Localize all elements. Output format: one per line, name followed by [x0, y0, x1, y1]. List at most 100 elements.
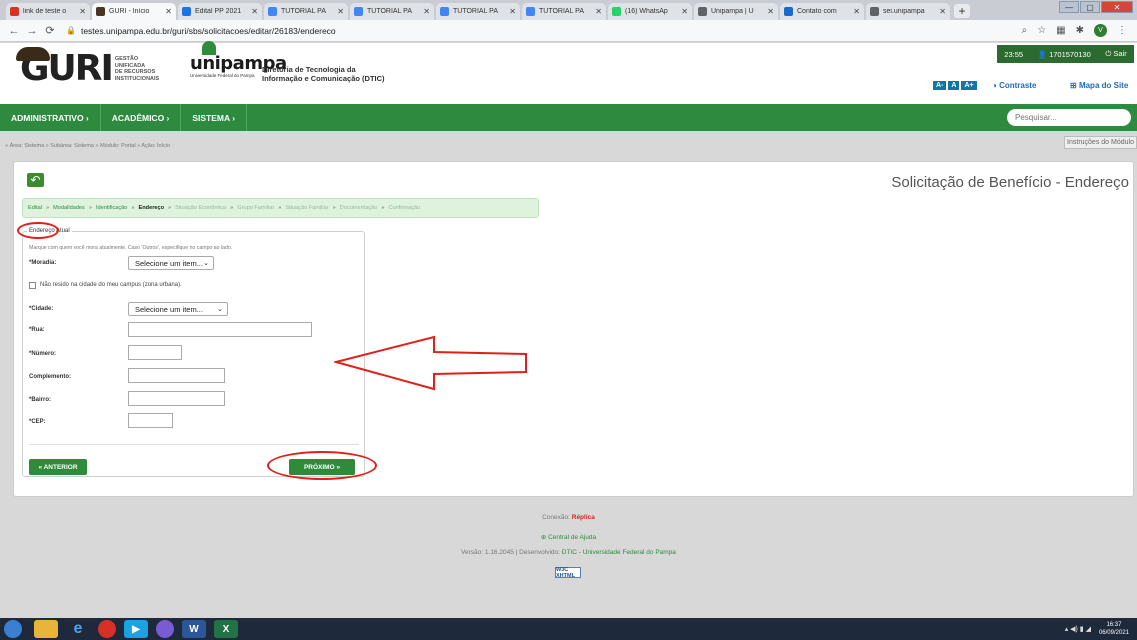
- wizard-step: Confirmação: [388, 205, 421, 211]
- start-button[interactable]: [4, 620, 22, 638]
- url-field[interactable]: 🔒 testes.unipampa.edu.br/guri/sbs/solici…: [66, 22, 966, 40]
- zoom-icon[interactable]: ⌕: [1022, 25, 1028, 36]
- extension-icon[interactable]: ▦: [1056, 25, 1065, 36]
- browser-tab[interactable]: GURI - Início ✕: [92, 3, 176, 20]
- browser-tab[interactable]: sei.unipampa ✕: [866, 3, 950, 20]
- menu-administrativo[interactable]: ADMINISTRATIVO ›: [0, 104, 101, 131]
- chrome-icon[interactable]: [98, 620, 116, 638]
- menu-academico[interactable]: ACADÊMICO ›: [101, 104, 182, 131]
- puzzle-icon[interactable]: ✱: [1076, 25, 1084, 36]
- app-icon[interactable]: [156, 620, 174, 638]
- windows-taskbar: e ▶ W X ▴ ◀) ▮ ◢ 16:37 06/09/2021: [0, 618, 1137, 640]
- rua-input[interactable]: [128, 322, 312, 337]
- forward-arrow-icon[interactable]: →: [24, 25, 40, 37]
- close-tab-icon[interactable]: ✕: [423, 7, 430, 16]
- system-tray-icons[interactable]: ▴ ◀) ▮ ◢: [1065, 625, 1091, 633]
- browser-tab[interactable]: TUTORIAL PA ✕: [350, 3, 434, 20]
- step-separator: »: [46, 205, 50, 211]
- menu-dots-icon[interactable]: ⋮: [1117, 25, 1127, 36]
- wizard-step: Endereço: [138, 205, 165, 211]
- close-tab-icon[interactable]: ✕: [595, 7, 602, 16]
- cidade-label: *Cidade:: [29, 306, 54, 312]
- page-title: Solicitação de Benefício - Endereço: [891, 174, 1129, 191]
- browser-tab[interactable]: TUTORIAL PA ✕: [436, 3, 520, 20]
- contrast-button[interactable]: ◑ Contraste: [992, 81, 1036, 90]
- bairro-input[interactable]: [128, 391, 225, 406]
- cep-input[interactable]: [128, 413, 173, 428]
- maximize-button[interactable]: ▢: [1080, 1, 1100, 13]
- undo-back-icon[interactable]: ↶: [27, 173, 44, 187]
- w3c-badge[interactable]: W3C XHTML: [555, 567, 581, 579]
- close-tab-icon[interactable]: ✕: [681, 7, 688, 16]
- docs-icon: [440, 7, 449, 16]
- menu-sistema[interactable]: SISTEMA ›: [181, 104, 248, 131]
- form-divider: [29, 444, 359, 445]
- font-decrease-button[interactable]: A-: [933, 81, 947, 90]
- close-tab-icon[interactable]: ✕: [79, 7, 86, 16]
- moradia-select[interactable]: Selecione um item... ⌄: [128, 256, 214, 270]
- close-tab-icon[interactable]: ✕: [939, 7, 946, 16]
- wizard-step: Grupo Familiar: [237, 205, 275, 211]
- bairro-label: *Bairro:: [29, 397, 52, 403]
- browser-tab[interactable]: Contato com ✕: [780, 3, 864, 20]
- close-tab-icon[interactable]: ✕: [509, 7, 516, 16]
- version-info: Versão: 1.16.2045 | Desenvolvido: DTIC -…: [461, 549, 676, 556]
- guri-subtitle: GESTÃO UNIFICADA DE RECURSOS INSTITUCION…: [114, 56, 160, 82]
- close-window-button[interactable]: ✕: [1101, 1, 1133, 13]
- whatsapp-icon: [612, 7, 621, 16]
- browser-tab[interactable]: TUTORIAL PA ✕: [522, 3, 606, 20]
- wizard-step[interactable]: Modalidades: [53, 205, 85, 211]
- annotation-arrow-icon: [334, 335, 527, 391]
- wizard-step[interactable]: Edital: [28, 205, 42, 211]
- browser-tab[interactable]: link de teste o ✕: [6, 3, 90, 20]
- globe-icon: [698, 7, 707, 16]
- developer-link[interactable]: DTIC - Universidade Federal do Pampa: [562, 549, 676, 556]
- browser-tab[interactable]: Unipampa | U ✕: [694, 3, 778, 20]
- close-tab-icon[interactable]: ✕: [767, 7, 774, 16]
- browser-tab-bar: link de teste o ✕ GURI - Início ✕ Edital PP …: [0, 0, 1137, 20]
- close-tab-icon[interactable]: ✕: [853, 7, 860, 16]
- user-id[interactable]: 👤 1701570130: [1038, 50, 1091, 59]
- search-input[interactable]: [1007, 109, 1131, 126]
- lock-icon: 🔒: [66, 26, 76, 35]
- reload-icon[interactable]: ⟳: [42, 24, 58, 37]
- cidade-select[interactable]: Selecione um item... ⌄: [128, 302, 228, 316]
- media-player-icon[interactable]: ▶: [124, 620, 148, 638]
- new-tab-button[interactable]: +: [954, 4, 970, 18]
- help-center-link[interactable]: ⊕ Central de Ajuda: [0, 533, 1137, 541]
- profile-avatar[interactable]: V: [1094, 24, 1107, 37]
- close-tab-icon[interactable]: ✕: [337, 7, 344, 16]
- browser-tab[interactable]: Edital PP 2021 ✕: [178, 3, 262, 20]
- internet-explorer-icon[interactable]: e: [66, 620, 90, 638]
- logout-button[interactable]: ⏻ Sair: [1105, 49, 1126, 59]
- wizard-step[interactable]: Identificação: [96, 205, 127, 211]
- guri-logo[interactable]: GURI GESTÃO UNIFICADA DE RECURSOS INSTIT…: [16, 47, 160, 89]
- browser-tab-label: TUTORIAL PA: [453, 8, 498, 15]
- system-clock[interactable]: 16:37 06/09/2021: [1099, 621, 1129, 637]
- browser-tab-label: Edital PP 2021: [195, 8, 242, 15]
- back-arrow-icon[interactable]: ←: [6, 25, 22, 37]
- minimize-button[interactable]: —: [1059, 1, 1079, 13]
- close-tab-icon[interactable]: ✕: [251, 7, 258, 16]
- browser-tab[interactable]: (16) WhatsAp ✕: [608, 3, 692, 20]
- numero-input[interactable]: [128, 345, 182, 360]
- browser-tab-label: (16) WhatsAp: [625, 8, 668, 15]
- site-header: GURI GESTÃO UNIFICADA DE RECURSOS INSTIT…: [0, 41, 1137, 104]
- not-in-city-checkbox[interactable]: [29, 282, 36, 289]
- sitemap-link[interactable]: ⊞ Mapa do Site: [1070, 81, 1128, 90]
- browser-tab[interactable]: TUTORIAL PA ✕: [264, 3, 348, 20]
- previous-button[interactable]: « ANTERIOR: [29, 459, 87, 475]
- file-explorer-icon[interactable]: [34, 620, 58, 638]
- module-instructions-button[interactable]: Instruções do Módulo: [1064, 136, 1137, 149]
- font-reset-button[interactable]: A: [948, 81, 960, 90]
- wizard-step: Situação Econômica: [175, 205, 227, 211]
- moradia-label: *Moradia:: [29, 260, 57, 266]
- numero-label: *Número:: [29, 351, 57, 357]
- word-icon[interactable]: W: [182, 620, 206, 638]
- excel-icon[interactable]: X: [214, 620, 238, 638]
- close-tab-icon[interactable]: ✕: [165, 7, 172, 16]
- url-text: testes.unipampa.edu.br/guri/sbs/solicita…: [80, 25, 336, 36]
- bookmark-star-icon[interactable]: ☆: [1037, 25, 1046, 36]
- font-increase-button[interactable]: A+: [961, 81, 977, 90]
- complemento-input[interactable]: [128, 368, 225, 383]
